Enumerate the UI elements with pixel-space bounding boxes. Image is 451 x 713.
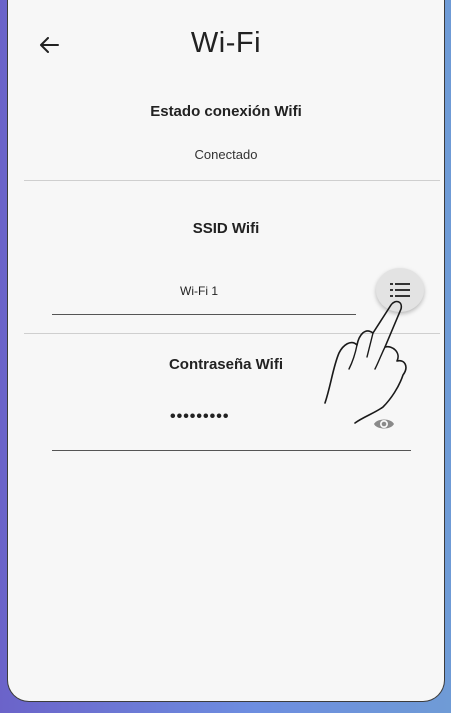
ssid-input[interactable]: Wi-Fi 1 [52, 272, 356, 315]
connection-status-label: Estado conexión Wifi [150, 103, 302, 120]
password-value: ••••••••• [170, 408, 230, 425]
page-title: Wi-Fi [190, 27, 262, 59]
app-screen: Wi-Fi Estado conexión Wifi Conectado SSI… [7, 0, 445, 702]
section-divider [24, 180, 440, 181]
ssid-value: Wi-Fi 1 [180, 284, 218, 298]
connection-status-value: Conectado [194, 147, 258, 162]
device-frame: Wi-Fi Estado conexión Wifi Conectado SSI… [0, 0, 451, 713]
pointing-hand-icon [324, 300, 407, 424]
ssid-label: SSID Wifi [192, 220, 260, 237]
app-header: Wi-Fi [8, 0, 444, 90]
